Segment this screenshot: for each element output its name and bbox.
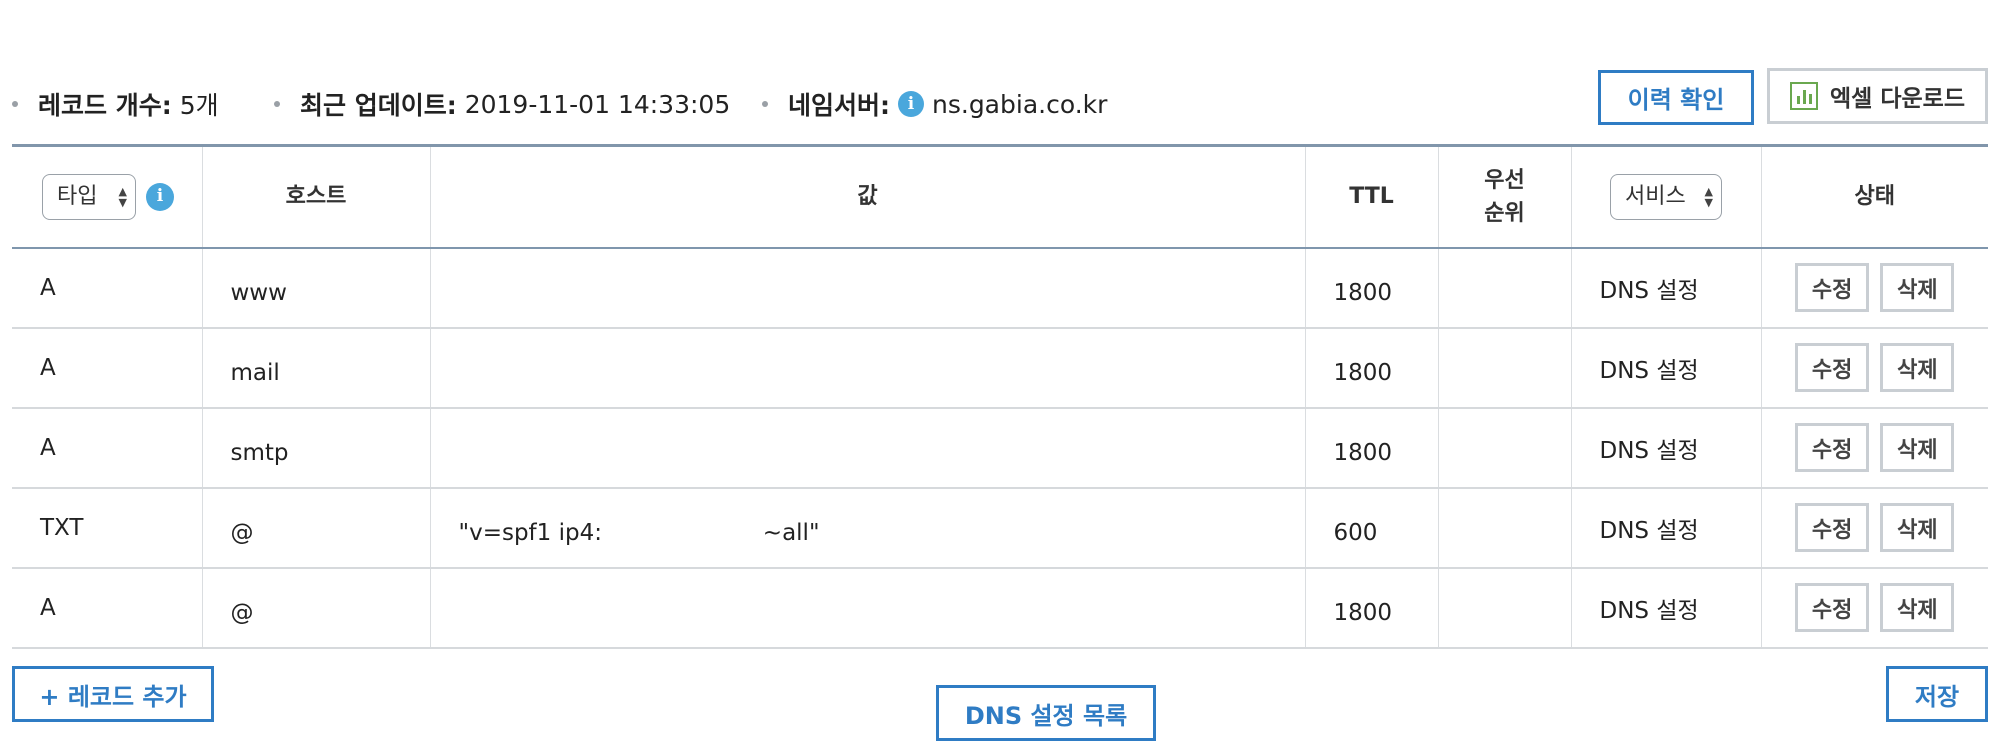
record-count-info: 레코드 개수: 5개	[12, 84, 219, 124]
service-filter-select[interactable]: 서비스 ▲ ▼	[1610, 173, 1722, 220]
record-actions: 수정 삭제	[1761, 328, 1988, 408]
nameserver-label: 네임서버:	[788, 91, 890, 120]
delete-button[interactable]: 삭제	[1880, 503, 1955, 552]
table-row: A @ 1800 DNS 설정 수정 삭제	[12, 567, 1988, 648]
last-update-info: 최근 업데이트: 2019-11-01 14:33:05	[274, 84, 730, 124]
edit-button[interactable]: 수정	[1795, 343, 1870, 392]
edit-button[interactable]: 수정	[1795, 503, 1870, 552]
service-filter-label: 서비스	[1625, 184, 1686, 210]
priority-column-header: 우선 순위	[1438, 145, 1572, 248]
sort-arrows-icon: ▲ ▼	[118, 184, 127, 209]
record-service: DNS 설정	[1571, 487, 1762, 568]
record-type: A	[12, 407, 203, 488]
excel-download-label: 엑셀 다운로드	[1830, 86, 1965, 112]
excel-download-button[interactable]: 엑셀 다운로드	[1767, 68, 1988, 124]
history-button-label: 이력 확인	[1627, 86, 1725, 114]
dns-list-label: DNS 설정 목록	[964, 701, 1128, 730]
record-value	[430, 327, 1306, 408]
record-actions: 수정 삭제	[1761, 568, 1988, 648]
record-service: DNS 설정	[1571, 247, 1762, 328]
host-column-header: 호스트	[202, 145, 431, 248]
record-info-bar: 레코드 개수: 5개 최근 업데이트: 2019-11-01 14:33:05 …	[12, 84, 1162, 124]
record-priority	[1438, 327, 1572, 408]
priority-header-line1: 우선	[1484, 167, 1525, 193]
save-button[interactable]: 저장	[1886, 666, 1988, 722]
edit-button[interactable]: 수정	[1795, 423, 1870, 472]
record-type: A	[12, 567, 203, 648]
add-record-button[interactable]: + 레코드 추가	[12, 666, 214, 722]
bullet-dot	[12, 101, 18, 107]
dns-list-button[interactable]: DNS 설정 목록	[936, 685, 1156, 741]
record-ttl: 1800	[1305, 567, 1439, 648]
record-ttl: 1800	[1305, 327, 1439, 408]
nameserver-value: ns.gabia.co.kr	[932, 89, 1108, 119]
table-row: A mail 1800 DNS 설정 수정 삭제	[12, 327, 1988, 408]
record-priority	[1438, 407, 1572, 488]
nameserver-info: 네임서버: i ns.gabia.co.kr	[762, 84, 1107, 124]
record-value	[430, 247, 1306, 328]
delete-button[interactable]: 삭제	[1880, 263, 1955, 312]
record-actions: 수정 삭제	[1761, 488, 1988, 568]
record-host: @	[202, 487, 431, 568]
last-update-value: 2019-11-01 14:33:05	[464, 89, 731, 119]
priority-header-line2: 순위	[1484, 200, 1525, 226]
edit-button[interactable]: 수정	[1795, 263, 1870, 312]
record-ttl: 1800	[1305, 407, 1439, 488]
record-count-label: 레코드 개수:	[38, 91, 172, 120]
record-priority	[1438, 567, 1572, 648]
sort-arrows-icon: ▲ ▼	[1704, 184, 1713, 209]
bullet-dot	[762, 101, 768, 107]
type-info-icon[interactable]: i	[146, 182, 174, 211]
delete-button[interactable]: 삭제	[1880, 343, 1955, 392]
record-type: A	[12, 327, 203, 408]
record-host: smtp	[202, 407, 431, 488]
type-filter-select[interactable]: 타입 ▲ ▼	[42, 173, 136, 220]
record-type: TXT	[12, 487, 203, 568]
save-label: 저장	[1914, 682, 1960, 711]
record-actions: 수정 삭제	[1761, 408, 1988, 488]
ttl-column-header: TTL	[1305, 145, 1439, 248]
table-header-row: 타입 ▲ ▼ i 호스트 값 TTL 우선 순위 서비스 ▲ ▼ 상태	[12, 145, 1988, 248]
record-service: DNS 설정	[1571, 407, 1762, 488]
record-host: @	[202, 567, 431, 648]
record-host: www	[202, 247, 431, 328]
history-button[interactable]: 이력 확인	[1598, 70, 1754, 125]
table-row: TXT @ "v=spf1 ip4: ~all" 600 DNS 설정 수정 삭…	[12, 487, 1988, 568]
service-column-header: 서비스 ▲ ▼	[1571, 145, 1762, 248]
record-priority	[1438, 247, 1572, 328]
status-column-header: 상태	[1854, 184, 1895, 210]
type-filter-label: 타입	[57, 184, 98, 210]
add-record-label: + 레코드 추가	[39, 682, 187, 711]
record-value	[430, 567, 1306, 648]
last-update-label: 최근 업데이트:	[300, 91, 457, 120]
record-priority	[1438, 487, 1572, 568]
record-service: DNS 설정	[1571, 567, 1762, 648]
record-actions: 수정 삭제	[1761, 248, 1988, 328]
record-type: A	[12, 247, 203, 328]
dns-record-table: 타입 ▲ ▼ i 호스트 값 TTL 우선 순위 서비스 ▲ ▼ 상태 A ww…	[12, 144, 1988, 649]
record-ttl: 1800	[1305, 247, 1439, 328]
bullet-dot	[274, 101, 280, 107]
record-count-value: 5개	[179, 91, 219, 120]
record-value	[430, 407, 1306, 488]
delete-button[interactable]: 삭제	[1880, 583, 1955, 632]
table-row: A www 1800 DNS 설정 수정 삭제	[12, 247, 1988, 328]
type-column-header: 타입 ▲ ▼ i	[12, 145, 203, 248]
record-host: mail	[202, 327, 431, 408]
info-icon[interactable]: i	[898, 91, 924, 117]
record-value: "v=spf1 ip4: ~all"	[430, 487, 1306, 568]
record-service: DNS 설정	[1571, 327, 1762, 408]
table-row: A smtp 1800 DNS 설정 수정 삭제	[12, 407, 1988, 488]
delete-button[interactable]: 삭제	[1880, 423, 1955, 472]
bar-chart-icon	[1790, 82, 1819, 110]
value-column-header: 값	[430, 145, 1306, 248]
edit-button[interactable]: 수정	[1795, 583, 1870, 632]
record-ttl: 600	[1305, 487, 1439, 568]
